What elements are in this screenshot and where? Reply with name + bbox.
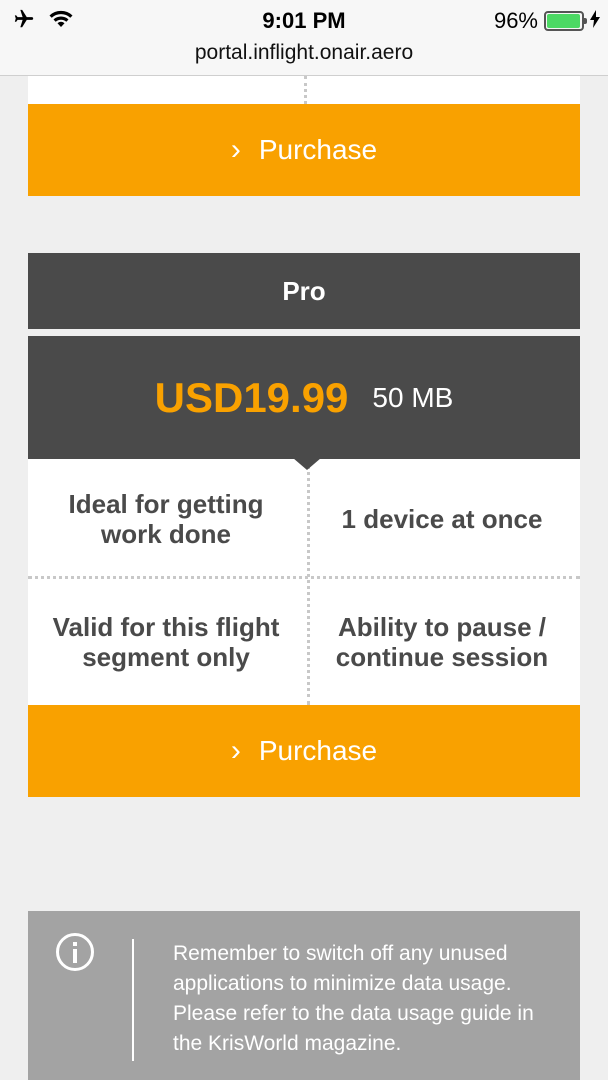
- feature-item: Ability to pause / continue session: [335, 612, 549, 672]
- plan-features: Ideal for getting work done 1 device at …: [28, 459, 580, 705]
- plan-data-allowance: 50 MB: [372, 381, 454, 413]
- info-divider: [132, 939, 134, 1061]
- info-message: Remember to switch off any unused applic…: [173, 942, 534, 1055]
- info-icon: [56, 933, 94, 971]
- url-text: portal.inflight.onair.aero: [194, 41, 414, 64]
- feature-item: Valid for this flight segment only: [52, 612, 280, 672]
- address-bar[interactable]: portal.inflight.onair.aero: [0, 40, 608, 76]
- status-bar: 9:01 PM 96%: [0, 0, 608, 40]
- chevron-right-icon: ›: [230, 133, 241, 166]
- previous-plan-card-edge: [28, 76, 580, 104]
- battery-percent: 96%: [493, 8, 538, 33]
- purchase-button[interactable]: › Purchase: [28, 705, 580, 797]
- feature-item: 1 device at once: [341, 504, 543, 534]
- battery-icon: [544, 11, 587, 31]
- battery-fill: [547, 14, 580, 28]
- chevron-right-icon: ›: [230, 734, 241, 767]
- price-box: USD19.99 50 MB: [28, 336, 580, 459]
- purchase-button[interactable]: › Purchase: [28, 104, 580, 196]
- feature-item: Ideal for getting work done: [68, 489, 264, 549]
- price-pointer: [293, 458, 321, 470]
- plan-title: Pro: [28, 253, 580, 329]
- info-notice: Remember to switch off any unused applic…: [28, 911, 580, 1080]
- plan-name: Pro: [282, 275, 326, 306]
- plan-price: USD19.99: [154, 373, 349, 421]
- purchase-label: Purchase: [258, 735, 378, 766]
- purchase-label: Purchase: [258, 134, 378, 165]
- dotted-divider: [304, 76, 307, 104]
- charging-bolt-icon: [590, 8, 600, 34]
